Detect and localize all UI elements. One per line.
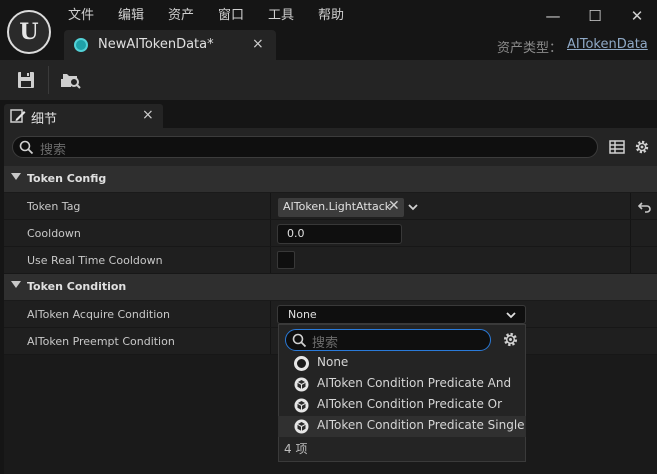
chevron-down-icon: [506, 312, 516, 319]
search-icon: [292, 333, 307, 348]
remove-tag-icon[interactable]: ✕: [388, 198, 400, 214]
save-icon: [18, 72, 34, 88]
acquire-condition-combo[interactable]: None: [277, 305, 526, 324]
property-label: Cooldown: [27, 227, 81, 240]
property-row-real-time-cooldown: Use Real Time Cooldown: [4, 247, 657, 274]
class-option-hovered[interactable]: AIToken Condition Predicate Single: [278, 416, 526, 437]
browse-asset-icon: [61, 74, 81, 89]
gameplay-tag-chip[interactable]: AIToken.LightAttack ✕: [278, 198, 404, 217]
settings-gear-icon[interactable]: [502, 331, 519, 348]
search-placeholder: 搜索: [40, 143, 67, 158]
item-count: 4 项: [284, 442, 308, 456]
class-option[interactable]: AIToken Condition Predicate And: [278, 374, 526, 395]
minimize-button[interactable]: —: [541, 6, 565, 26]
menu-asset[interactable]: 资产: [168, 7, 194, 25]
column-divider[interactable]: [270, 193, 271, 219]
settings-gear-icon[interactable]: [634, 139, 650, 155]
document-tab-title: NewAITokenData*: [98, 37, 214, 52]
class-picker-search-input[interactable]: 搜索: [285, 329, 491, 351]
column-divider[interactable]: [270, 328, 271, 354]
option-label: AIToken Condition Predicate And: [317, 376, 512, 390]
class-icon: [294, 398, 309, 413]
property-label: AIToken Preempt Condition: [27, 335, 175, 348]
option-label: AIToken Condition Predicate Single: [317, 418, 525, 432]
search-placeholder: 搜索: [312, 336, 339, 351]
unreal-logo-icon[interactable]: U: [7, 10, 51, 54]
toolbar-separator: [48, 66, 49, 94]
details-tab-title: 细节: [31, 112, 58, 127]
asset-type-link[interactable]: AITokenData: [567, 37, 648, 52]
menu-file[interactable]: 文件: [68, 7, 94, 25]
category-token-config[interactable]: Token Config: [4, 166, 657, 192]
category-title: Token Condition: [27, 280, 127, 293]
property-label: AIToken Acquire Condition: [27, 308, 170, 321]
pencil-icon: [10, 109, 26, 123]
column-divider: [630, 193, 631, 219]
menu-edit[interactable]: 编辑: [118, 7, 144, 25]
collapse-arrow-icon: [11, 281, 21, 288]
asset-type-label: 资产类型：: [497, 41, 563, 56]
menu-help[interactable]: 帮助: [318, 7, 344, 25]
column-divider: [630, 247, 631, 273]
option-label: None: [317, 355, 349, 369]
toolbar: [0, 60, 657, 100]
details-search-input[interactable]: 搜索: [12, 136, 598, 158]
browse-asset-button[interactable]: [56, 67, 84, 93]
collapse-arrow-icon: [11, 173, 21, 180]
property-label: Token Tag: [27, 200, 81, 213]
table-view-icon[interactable]: [609, 139, 625, 155]
menu-window[interactable]: 窗口: [218, 7, 244, 25]
maximize-button[interactable]: ☐: [583, 6, 607, 26]
cooldown-value: 0.0: [287, 227, 305, 240]
close-window-button[interactable]: ✕: [625, 6, 649, 26]
details-tab[interactable]: 细节 ×: [4, 104, 163, 128]
combo-selected-value: None: [288, 308, 317, 321]
save-button[interactable]: [12, 67, 40, 93]
real-time-cooldown-checkbox[interactable]: [277, 251, 295, 269]
none-circle-icon: [294, 356, 309, 371]
property-label: Use Real Time Cooldown: [27, 254, 163, 267]
column-divider[interactable]: [270, 301, 271, 327]
menu-tools[interactable]: 工具: [268, 7, 294, 25]
chevron-down-icon[interactable]: [407, 201, 419, 213]
column-divider: [630, 220, 631, 246]
class-icon: [294, 419, 309, 434]
cooldown-number-field[interactable]: 0.0: [277, 224, 402, 244]
document-tab[interactable]: NewAITokenData* ×: [64, 30, 276, 60]
category-token-condition[interactable]: Token Condition: [4, 274, 657, 300]
class-option[interactable]: AIToken Condition Predicate Or: [278, 395, 526, 416]
class-icon: [294, 377, 309, 392]
option-label: AIToken Condition Predicate Or: [317, 397, 503, 411]
close-tab-icon[interactable]: ×: [252, 36, 264, 52]
column-divider[interactable]: [270, 247, 271, 273]
data-asset-icon: [74, 38, 88, 52]
category-title: Token Config: [27, 172, 107, 185]
column-divider[interactable]: [270, 220, 271, 246]
close-details-icon[interactable]: ×: [142, 107, 154, 123]
tag-chip-label: AIToken.LightAttack: [283, 200, 392, 213]
search-icon: [19, 140, 34, 155]
class-option-none[interactable]: None: [278, 353, 526, 374]
reset-arrow-icon[interactable]: [638, 201, 652, 213]
